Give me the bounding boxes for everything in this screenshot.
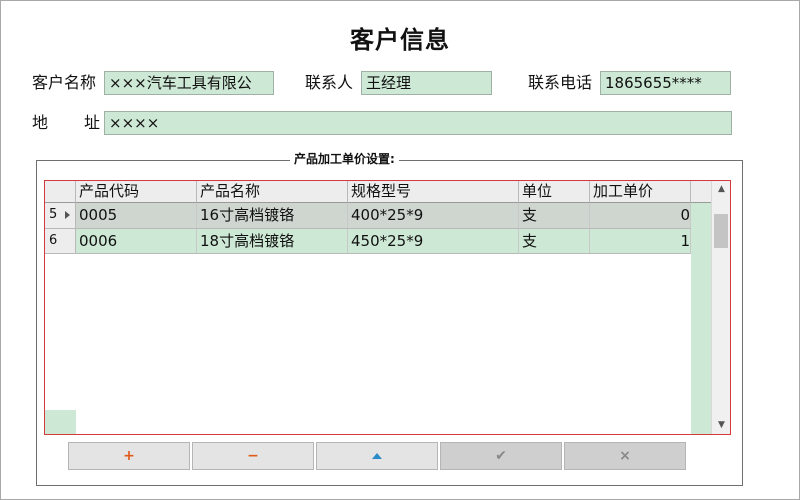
table-cell-name[interactable]: 16寸高档镀铬 <box>197 203 348 229</box>
plus-icon: + <box>123 448 135 464</box>
address-field[interactable]: ×××× <box>104 111 732 135</box>
address-label-part2: 址 <box>84 113 101 132</box>
vertical-scrollbar[interactable]: ▲ ▼ <box>711 181 730 434</box>
table-cell-price[interactable]: 0 <box>590 203 691 229</box>
contact-label: 联系人 <box>305 73 354 92</box>
current-row-arrow-icon <box>65 211 70 219</box>
column-header-unit[interactable]: 单位 <box>519 181 590 203</box>
add-row-button[interactable]: + <box>68 442 190 470</box>
contact-field[interactable]: 王经理 <box>361 71 492 95</box>
confirm-button[interactable]: ✔ <box>440 442 562 470</box>
minus-icon: − <box>247 448 259 464</box>
scroll-down-icon[interactable]: ▼ <box>712 417 730 434</box>
close-icon: × <box>619 448 631 464</box>
table-cell-name[interactable]: 18寸高档镀铬 <box>197 229 348 254</box>
row-index: 6 <box>49 233 58 248</box>
move-up-button[interactable] <box>316 442 438 470</box>
customer-name-label: 客户名称 <box>32 73 97 92</box>
table-cell-code[interactable]: 0006 <box>76 229 197 254</box>
price-grid[interactable]: 产品代码 产品名称 规格型号 单位 加工单价 5 0005 16寸高档镀铬 40… <box>44 180 731 435</box>
row-indicator[interactable]: 6 <box>45 229 76 254</box>
delete-row-button[interactable]: − <box>192 442 314 470</box>
table-cell-unit[interactable]: 支 <box>519 229 590 254</box>
table-cell-code[interactable]: 0005 <box>76 203 197 229</box>
column-header-spec[interactable]: 规格型号 <box>348 181 519 203</box>
grid-header-filler <box>691 181 711 203</box>
row-indicator[interactable]: 5 <box>45 203 76 229</box>
phone-label: 联系电话 <box>528 73 593 92</box>
grid-filler-column <box>691 203 711 434</box>
page-title: 客户信息 <box>350 25 450 54</box>
column-header-price[interactable]: 加工单价 <box>590 181 691 203</box>
address-label-part1: 地 <box>32 113 49 132</box>
table-cell-spec[interactable]: 450*25*9 <box>348 229 519 254</box>
table-cell-unit[interactable]: 支 <box>519 203 590 229</box>
table-cell-spec[interactable]: 400*25*9 <box>348 203 519 229</box>
scroll-thumb[interactable] <box>714 214 728 248</box>
grid-header-corner <box>45 181 76 203</box>
scroll-up-icon[interactable]: ▲ <box>712 181 730 198</box>
price-settings-legend: 产品加工单价设置: <box>290 151 399 167</box>
row-index: 5 <box>49 207 58 222</box>
customer-name-field[interactable]: ×××汽车工具有限公 <box>104 71 274 95</box>
column-header-code[interactable]: 产品代码 <box>76 181 197 203</box>
grid-new-row-indicator <box>45 410 76 434</box>
phone-field[interactable]: 1865655**** <box>600 71 731 95</box>
triangle-up-icon <box>372 453 382 459</box>
check-icon: ✔ <box>495 448 507 464</box>
cancel-button[interactable]: × <box>564 442 686 470</box>
table-cell-price[interactable]: 1 <box>590 229 691 254</box>
column-header-name[interactable]: 产品名称 <box>197 181 348 203</box>
